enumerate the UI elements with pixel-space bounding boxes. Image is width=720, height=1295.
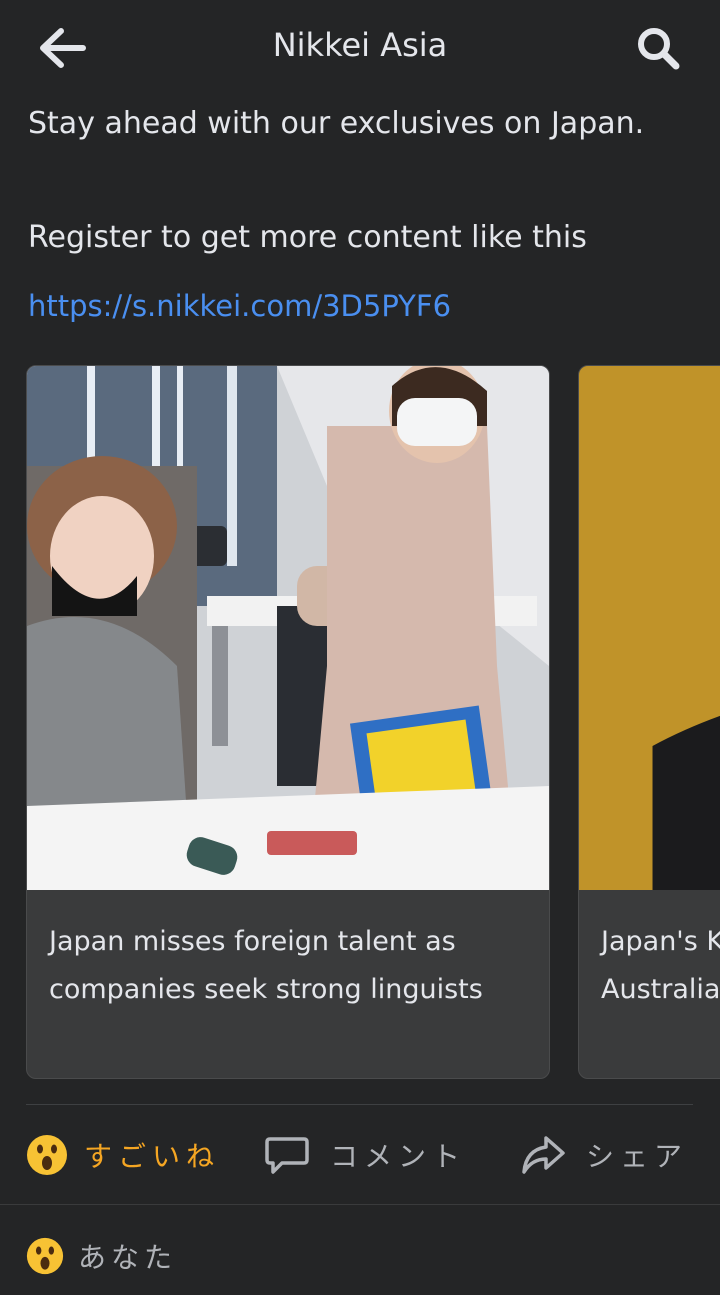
action-bar: すごいね コメント シェア xyxy=(0,1126,720,1186)
post-link[interactable]: https://s.nikkei.com/3D5PYF6 xyxy=(28,284,700,328)
link-carousel[interactable]: Japan misses foreign talent as companies… xyxy=(0,365,720,1079)
search-icon xyxy=(638,28,680,70)
article-title: Japan misses foreign talent as companies… xyxy=(49,926,483,1005)
wow-reaction-icon xyxy=(27,1135,67,1175)
comment-button[interactable]: コメント xyxy=(264,1126,466,1184)
post-text-line: Stay ahead with our exclusives on Japan. xyxy=(28,106,645,141)
reaction-summary[interactable]: あなた xyxy=(26,1236,177,1276)
article-photo xyxy=(579,366,720,890)
article-title-line: Japan's K xyxy=(601,926,720,957)
share-label: シェア xyxy=(586,1140,689,1173)
post-screen: Nikkei Asia Stay ahead with our exclusiv… xyxy=(0,0,720,1295)
page-title: Nikkei Asia xyxy=(272,26,448,64)
article-card[interactable]: Japan misses foreign talent as companies… xyxy=(26,365,550,1079)
like-button[interactable]: すごいね xyxy=(26,1126,220,1184)
post-text-line: Register to get more content like this xyxy=(28,220,587,255)
share-icon xyxy=(522,1136,565,1174)
comment-icon xyxy=(265,1137,309,1174)
comment-label: コメント xyxy=(330,1140,467,1173)
post-body: Stay ahead with our exclusives on Japan.… xyxy=(28,102,700,328)
article-photo xyxy=(27,366,549,890)
divider xyxy=(0,1204,720,1205)
wow-reaction-icon xyxy=(26,1237,64,1275)
share-button[interactable]: シェア xyxy=(520,1126,688,1184)
article-card[interactable]: Japan's K Australia xyxy=(578,365,720,1079)
article-title-line: Australia xyxy=(601,974,720,1005)
reaction-summary-label: あなた xyxy=(78,1241,178,1274)
search-button[interactable] xyxy=(630,22,686,74)
like-label: すごいね xyxy=(84,1140,221,1173)
divider xyxy=(26,1104,693,1105)
top-bar: Nikkei Asia xyxy=(0,0,720,96)
article-title: Japan's K Australia xyxy=(601,918,720,1014)
